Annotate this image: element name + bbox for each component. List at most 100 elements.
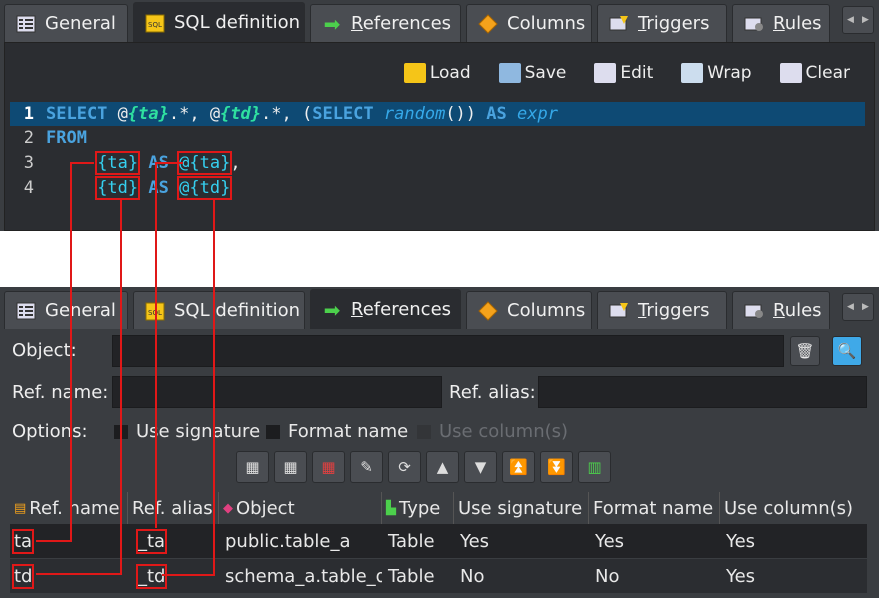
tab-label: General — [45, 13, 116, 34]
edit-reference-button[interactable]: ✎ — [350, 451, 383, 483]
update-reference-button[interactable]: ▦ — [274, 451, 307, 483]
table-row[interactable]: ta _ta public.table_a Table Yes Yes Yes — [10, 524, 867, 558]
checkbox[interactable] — [266, 424, 280, 439]
tab-rules[interactable]: Rules — [732, 291, 830, 329]
load-button[interactable]: Load — [390, 57, 485, 89]
trash-icon: 🗑 — [795, 342, 815, 360]
ref-name-icon: ▤ — [14, 500, 27, 516]
tab-scroll-arrows[interactable]: ◀ ▶ — [842, 6, 874, 34]
clear-object-button[interactable]: 🗑 — [790, 336, 820, 366]
object-cell: public.table_a — [225, 530, 351, 552]
tab-references[interactable]: ➡ References — [310, 289, 461, 329]
column-header[interactable]: Ref. alias — [128, 492, 219, 524]
table-row[interactable]: td _td schema_a.table_d Table No No Yes — [10, 559, 867, 593]
tab-label: Rules — [773, 300, 822, 321]
column-header[interactable]: Use signature — [454, 492, 589, 524]
tab-triggers[interactable]: Triggers — [597, 4, 727, 42]
move-bottom-button[interactable]: ⏬ — [540, 451, 573, 483]
chevron-left-icon[interactable]: ◀ — [843, 294, 858, 320]
sql-definition-panel: General SQL SQL definition ➡ References … — [0, 0, 879, 231]
save-icon — [498, 63, 521, 83]
tab-scroll-arrows[interactable]: ◀ ▶ — [842, 293, 874, 321]
arrow-down-icon: ▼ — [474, 458, 487, 476]
ref-name-field[interactable] — [112, 376, 442, 408]
use-columns-cell: Yes — [726, 565, 756, 587]
tab-sql-definition[interactable]: SQL SQL definition — [133, 2, 305, 42]
ref-alias-cell-highlight: _td — [135, 563, 168, 589]
tab-label: General — [45, 300, 116, 321]
diamond-icon — [477, 13, 499, 34]
chevron-right-icon[interactable]: ▶ — [858, 294, 873, 320]
chevron-left-icon[interactable]: ◀ — [843, 7, 858, 33]
edit-button[interactable]: Edit — [580, 57, 667, 89]
edit-icon — [594, 63, 617, 83]
ref-name-cell-highlight: td — [11, 563, 35, 589]
add-reference-button[interactable]: ▦ — [236, 451, 269, 483]
tab-label: References — [351, 13, 452, 34]
save-button[interactable]: Save — [485, 57, 581, 89]
tab-columns[interactable]: Columns — [466, 4, 592, 42]
use-signature-cell: Yes — [460, 530, 490, 552]
ref-alias-cell-highlight: _ta — [135, 528, 168, 554]
object-cell: schema_a.table_d — [225, 565, 382, 587]
format-name-cell: No — [595, 565, 620, 587]
sql-code-editor[interactable]: 1 SELECT @ {ta} .*, @ {td} .*, (SELECT random… — [10, 102, 865, 222]
tab-references[interactable]: ➡ References — [310, 4, 461, 42]
use-columns-checkbox: Use column(s) — [417, 421, 568, 442]
folder-icon — [403, 63, 426, 83]
chevron-right-icon[interactable]: ▶ — [858, 7, 873, 33]
tab-rules[interactable]: Rules — [732, 4, 830, 42]
tab-label: Triggers — [638, 300, 710, 321]
tab-bar: General SQL SQL definition ➡ References … — [0, 0, 879, 42]
move-down-button[interactable]: ▼ — [464, 451, 497, 483]
triggers-icon — [608, 14, 630, 34]
search-icon: 🔍 — [837, 342, 857, 360]
move-top-button[interactable]: ⏫ — [502, 451, 535, 483]
tab-columns[interactable]: Columns — [466, 291, 592, 329]
tab-label: Columns — [507, 300, 586, 321]
arrow-right-icon: ➡ — [323, 11, 341, 36]
sql-icon: SQL — [144, 13, 166, 33]
wrap-button[interactable]: Wrap — [667, 57, 765, 89]
table-header: ▤ Ref. name Ref. alias ◆ Object ▙ Type Use … — [10, 492, 867, 524]
tab-label: SQL definition — [174, 300, 301, 321]
tab-triggers[interactable]: Triggers — [597, 291, 727, 329]
triggers-icon — [608, 301, 630, 321]
arrow-top-icon: ⏫ — [509, 458, 528, 476]
refresh-icon: ⟳ — [398, 458, 411, 476]
clear-reference-button[interactable]: ⟳ — [388, 451, 421, 483]
general-icon — [15, 301, 37, 321]
tab-bar: General SQL SQL definition ➡ References … — [0, 287, 879, 329]
arrow-right-icon: ➡ — [323, 297, 341, 322]
clear-button[interactable]: Clear — [766, 57, 864, 89]
ref-name-cell-highlight: ta — [11, 528, 35, 554]
code-line: 3 {ta} AS @{ta}, — [23, 151, 241, 175]
use-signature-checkbox[interactable]: Use signature — [114, 421, 260, 442]
column-header[interactable]: Format name — [589, 492, 720, 524]
search-object-button[interactable]: 🔍 — [832, 336, 862, 366]
reference-actions-toolbar: ▦ ▦ ▦ ✎ ⟳ ▲ ▼ ⏫ ⏬ ▥ — [236, 451, 611, 483]
format-name-checkbox[interactable]: Format name — [266, 421, 408, 442]
tab-label: Triggers — [638, 13, 710, 34]
resize-columns-button[interactable]: ▥ — [578, 451, 611, 483]
use-signature-cell: No — [460, 565, 485, 587]
table-remove-icon: ▦ — [321, 458, 336, 476]
editor-toolbar: Load Save Edit Wrap Clear — [390, 57, 864, 89]
checkbox — [417, 424, 431, 439]
tab-label: SQL definition — [174, 12, 301, 33]
remove-reference-button[interactable]: ▦ — [312, 451, 345, 483]
column-header[interactable]: Use column(s) — [720, 492, 867, 524]
tab-general[interactable]: General — [4, 4, 128, 42]
rules-icon — [743, 14, 765, 34]
ref-alias-field[interactable] — [538, 376, 867, 408]
column-header[interactable]: ▤ Ref. name — [10, 492, 128, 524]
code-line: 4 {td} AS @{td} — [23, 176, 233, 200]
tab-general[interactable]: General — [4, 291, 128, 329]
ref-name-ta-highlight: {ta} — [95, 151, 141, 175]
column-header[interactable]: ▙ Type — [382, 492, 454, 524]
move-up-button[interactable]: ▲ — [426, 451, 459, 483]
tab-sql-definition[interactable]: SQL SQL definition — [133, 291, 305, 329]
separator-gap — [0, 231, 879, 287]
column-header[interactable]: ◆ Object — [219, 492, 382, 524]
tab-label: References — [351, 299, 452, 320]
